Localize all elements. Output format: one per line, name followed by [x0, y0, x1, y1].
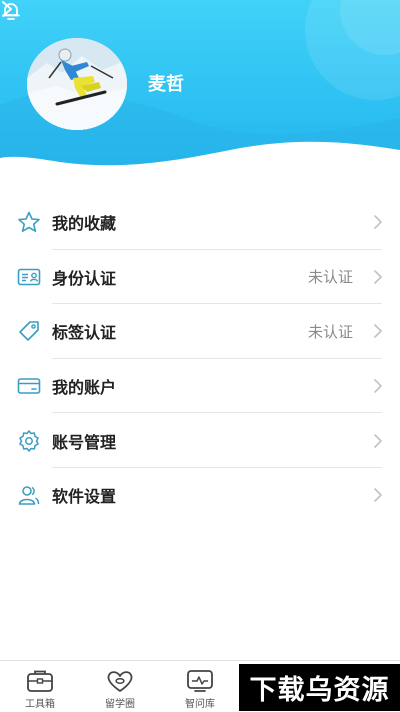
- avatar[interactable]: [27, 38, 127, 130]
- menu-item-status: 未认证: [307, 322, 353, 341]
- gear-icon: [16, 429, 42, 452]
- tab-label: 工具箱: [25, 699, 55, 710]
- menu-item-tag-verification[interactable]: 标签认证 未认证: [0, 304, 400, 359]
- chevron-right-icon: [374, 215, 382, 230]
- menu-item-account-management[interactable]: 账号管理: [0, 413, 400, 468]
- profile-header: 麦哲: [0, 0, 400, 185]
- menu-item-label: 标签认证: [52, 323, 117, 343]
- menu-item-label: 软件设置: [52, 487, 117, 507]
- chevron-right-icon: [374, 270, 382, 284]
- tab-knowledge-base[interactable]: 智问库: [160, 661, 240, 712]
- tab-label: 智问库: [185, 699, 215, 710]
- profile-name[interactable]: 麦哲: [148, 70, 184, 96]
- chevron-right-icon[interactable]: [0, 0, 14, 18]
- users-icon: [16, 484, 42, 506]
- chevron-right-icon: [374, 379, 382, 393]
- chevron-right-icon: [374, 488, 382, 503]
- menu-item-label: 身份认证: [52, 268, 117, 288]
- star-icon: [16, 211, 42, 233]
- heart-icon: [107, 671, 133, 692]
- toolbox-icon: [27, 670, 53, 692]
- menu-item-identity-verification[interactable]: 身份认证 未认证: [0, 250, 400, 305]
- menu-item-label: 我的账户: [52, 378, 117, 398]
- chevron-right-icon: [374, 433, 382, 448]
- tab-label: 留学圈: [105, 699, 135, 710]
- wallet-card-icon: [16, 375, 42, 397]
- menu-item-my-account[interactable]: 我的账户: [0, 359, 400, 414]
- menu-item-software-settings[interactable]: 软件设置: [0, 468, 400, 523]
- watermark: 下载乌资源: [239, 664, 400, 711]
- menu-item-label: 我的收藏: [52, 214, 117, 234]
- settings-menu: 我的收藏 身份认证 未认证 标签认证 未认证 我的账户 账号管理 软件设置: [0, 195, 400, 523]
- menu-item-status: 未认证: [307, 268, 353, 287]
- chevron-right-icon: [374, 324, 382, 339]
- tab-study-abroad-circle[interactable]: 留学圈: [80, 661, 160, 712]
- menu-item-favorites[interactable]: 我的收藏: [0, 195, 400, 250]
- tab-toolbox[interactable]: 工具箱: [0, 661, 80, 712]
- monitor-icon: [187, 670, 213, 692]
- tag-icon: [16, 320, 42, 342]
- menu-item-label: 账号管理: [52, 432, 117, 452]
- skier-photo: [27, 38, 127, 130]
- id-card-icon: [16, 266, 42, 288]
